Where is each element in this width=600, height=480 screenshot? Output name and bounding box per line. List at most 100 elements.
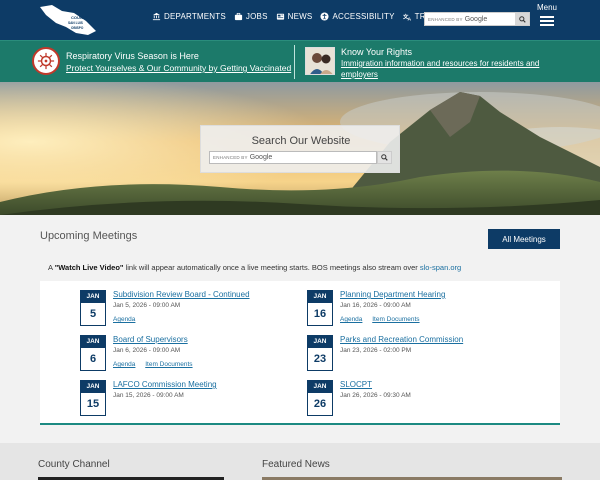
meeting-date: Jan 26, 2026 - 09:30 AM (340, 392, 411, 399)
meetings-panel: JAN 5 Subdivision Review Board - Continu… (40, 281, 560, 425)
nav-departments[interactable]: DEPARTMENTS (152, 12, 226, 21)
search-icon (518, 15, 526, 23)
meeting-item: JAN 15 LAFCO Commission Meeting Jan 15, … (80, 380, 310, 424)
site-search-button[interactable] (377, 151, 392, 164)
agenda-link[interactable]: Agenda (340, 316, 362, 323)
meeting-links: Agenda Item Documents (340, 316, 428, 323)
svg-text:A: A (407, 17, 411, 21)
meeting-title-link[interactable]: Board of Supervisors (113, 335, 188, 344)
alert-divider (294, 45, 295, 79)
site-search-google: Google (249, 154, 273, 161)
newspaper-icon (276, 13, 284, 20)
svg-text:OBISPO: OBISPO (71, 26, 84, 30)
virus-icon (32, 47, 60, 75)
site-search-input[interactable]: ENHANCED BY Google (209, 151, 377, 164)
nav-jobs[interactable]: JOBS (234, 12, 268, 21)
nav-news-label: NEWS (287, 12, 313, 21)
live-note-bold: "Watch Live Video" (54, 263, 124, 272)
header-search-google: Google (464, 15, 488, 23)
featured-news-heading: Featured News (262, 459, 330, 470)
calendar-day: 16 (313, 308, 327, 320)
live-video-note: A "Watch Live Video" link will appear au… (48, 263, 461, 272)
meetings-title: Upcoming Meetings (40, 230, 138, 242)
top-header: COUNTY SAN LUIS OBISPO DEPARTMENTS JOBS … (0, 0, 600, 40)
header-search-input[interactable]: ENHANCED BY Google (424, 12, 530, 26)
accessibility-icon (320, 12, 329, 21)
calendar-date-badge: JAN 15 (80, 380, 106, 416)
hamburger-icon (540, 16, 554, 26)
calendar-day: 23 (313, 353, 327, 365)
meeting-date: Jan 16, 2026 - 09:00 AM (340, 302, 411, 309)
calendar-month: JAN (308, 291, 332, 303)
search-icon (381, 154, 388, 161)
meeting-item: JAN 6 Board of Supervisors Jan 6, 2026 -… (80, 335, 310, 379)
live-note-prefix: A (48, 263, 53, 272)
meeting-date: Jan 23, 2026 - 02:00 PM (340, 347, 412, 354)
calendar-date-badge: JAN 23 (307, 335, 333, 371)
all-meetings-button[interactable]: All Meetings (488, 229, 560, 249)
main-nav: DEPARTMENTS JOBS NEWS ACCESSIBILITY 文A T… (152, 12, 463, 21)
calendar-day: 6 (89, 353, 97, 365)
translate-icon: 文A (403, 12, 411, 21)
alert-banner: Respiratory Virus Season is Here Protect… (0, 40, 600, 82)
rights-photo (305, 47, 335, 75)
calendar-month: JAN (81, 291, 105, 303)
site-search-enhanced: ENHANCED BY (213, 155, 248, 160)
meeting-title-link[interactable]: Planning Department Hearing (340, 290, 445, 299)
meeting-title-link[interactable]: SLOCPT (340, 380, 372, 389)
briefcase-icon (234, 12, 243, 21)
county-channel-heading: County Channel (38, 459, 110, 470)
meeting-links: Agenda Item Documents (113, 361, 201, 368)
calendar-day: 5 (89, 308, 97, 320)
virus-glyph (37, 52, 55, 70)
header-search-enhanced: ENHANCED BY (428, 16, 463, 22)
calendar-month: JAN (81, 336, 105, 348)
meeting-item: JAN 23 Parks and Recreation Commission J… (307, 335, 537, 379)
menu-button[interactable]: Menu (534, 3, 560, 28)
meeting-date: Jan 5, 2026 - 09:00 AM (113, 302, 181, 309)
meeting-date: Jan 15, 2026 - 09:00 AM (113, 392, 184, 399)
svg-text:SAN LUIS: SAN LUIS (68, 21, 83, 25)
slo-span-link[interactable]: slo-span.org (420, 263, 461, 272)
site-search-title: Search Our Website (251, 135, 351, 147)
nav-accessibility-label: ACCESSIBILITY (332, 12, 395, 21)
meeting-links: Agenda (113, 316, 143, 323)
item-documents-link[interactable]: Item Documents (145, 361, 192, 368)
alert-title: Respiratory Virus Season is Here (66, 51, 199, 61)
calendar-month: JAN (308, 381, 332, 393)
meeting-title-link[interactable]: Parks and Recreation Commission (340, 335, 463, 344)
county-logo[interactable]: COUNTY SAN LUIS OBISPO (38, 3, 98, 37)
agenda-link[interactable]: Agenda (113, 316, 135, 323)
item-documents-link[interactable]: Item Documents (372, 316, 419, 323)
calendar-date-badge: JAN 5 (80, 290, 106, 326)
calendar-month: JAN (308, 336, 332, 348)
nav-departments-label: DEPARTMENTS (164, 12, 226, 21)
meeting-item: JAN 5 Subdivision Review Board - Continu… (80, 290, 310, 334)
calendar-date-badge: JAN 16 (307, 290, 333, 326)
building-icon (152, 12, 161, 21)
calendar-day: 26 (313, 398, 327, 410)
nav-news[interactable]: NEWS (276, 12, 313, 21)
immigration-link[interactable]: Immigration information and resources fo… (341, 58, 551, 80)
bottom-sections: County Channel Featured News (0, 443, 600, 480)
meeting-item: JAN 16 Planning Department Hearing Jan 1… (307, 290, 537, 334)
site-search-panel: Search Our Website ENHANCED BY Google (200, 125, 400, 173)
calendar-month: JAN (81, 381, 105, 393)
live-note-middle: link will appear automatically once a li… (125, 263, 418, 272)
meeting-title-link[interactable]: LAFCO Commission Meeting (113, 380, 217, 389)
rights-title: Know Your Rights (341, 47, 413, 57)
vaccination-link[interactable]: Protect Yourselves & Our Community by Ge… (66, 63, 291, 73)
nav-accessibility[interactable]: ACCESSIBILITY (320, 12, 394, 21)
meeting-date: Jan 6, 2026 - 09:00 AM (113, 347, 181, 354)
agenda-link[interactable]: Agenda (113, 361, 135, 368)
meeting-item: JAN 26 SLOCPT Jan 26, 2026 - 09:30 AM (307, 380, 537, 424)
calendar-date-badge: JAN 26 (307, 380, 333, 416)
nav-jobs-label: JOBS (245, 12, 268, 21)
calendar-day: 15 (86, 398, 100, 410)
menu-label: Menu (536, 3, 557, 12)
people-image (306, 48, 334, 74)
header-search-button[interactable] (515, 13, 529, 25)
svg-text:COUNTY: COUNTY (71, 15, 88, 20)
meeting-title-link[interactable]: Subdivision Review Board - Continued (113, 290, 250, 299)
calendar-date-badge: JAN 6 (80, 335, 106, 371)
